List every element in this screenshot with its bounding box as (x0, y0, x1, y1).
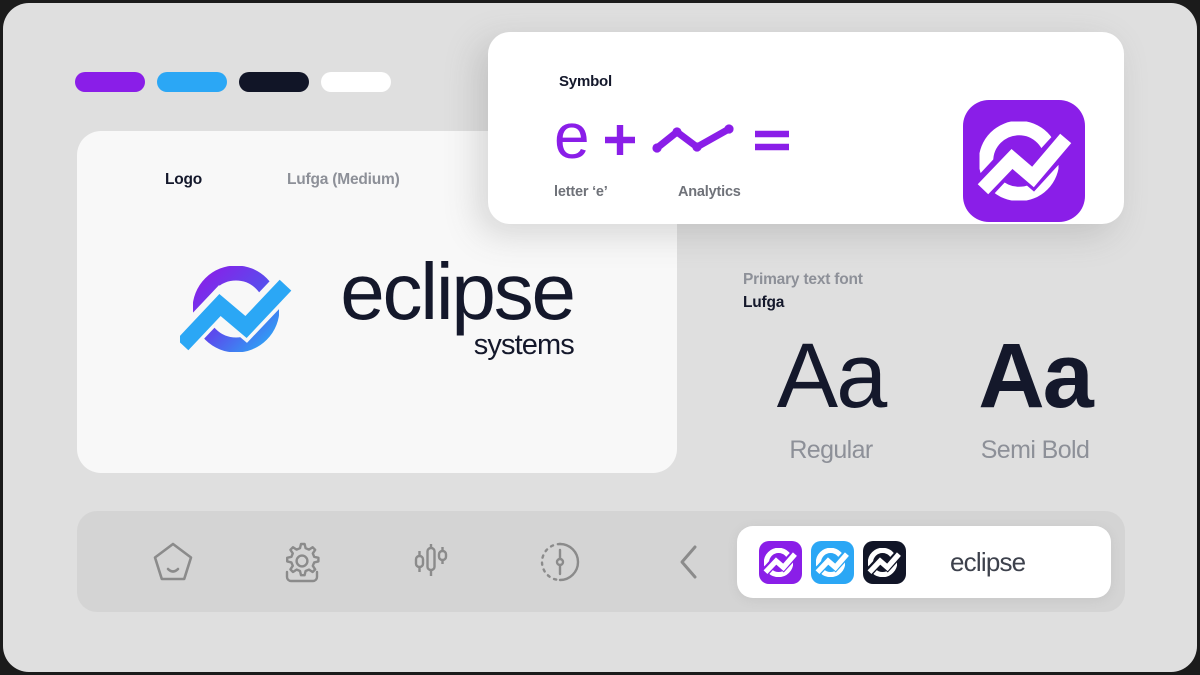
eclipse-monogram-icon (867, 547, 901, 577)
typography-kicker: Primary text font (743, 271, 863, 288)
specimen-label-semibold: Semi Bold (980, 436, 1090, 464)
specimen-sample-semibold: Aa (978, 325, 1094, 427)
swatch-blue[interactable] (157, 72, 227, 92)
symbol-captions: letter ‘e’ Analytics (554, 184, 741, 200)
eclipse-app-icon-large[interactable] (963, 100, 1085, 222)
swatch-dark-navy[interactable] (239, 72, 309, 92)
logo-label: Logo (165, 171, 203, 188)
plus-icon (604, 125, 635, 155)
typography-block: Primary text font Lufga Aa Regular Aa Se… (743, 271, 1123, 465)
presentation-panel: Logo Lufga (Medium) eclipse systems Prim… (3, 3, 1197, 672)
gear-icon (285, 542, 320, 582)
app-icon-purple[interactable] (759, 540, 802, 584)
toolbar-button-gauge-timer[interactable] (526, 528, 594, 596)
symbol-card: Symbol e letter ‘e’ Analytics (488, 32, 1124, 224)
eclipse-monogram-icon (977, 120, 1072, 202)
bottom-toolbar: eclipse (77, 511, 1125, 612)
eclipse-logo-mark-icon (180, 265, 292, 353)
toolbar-button-pentagon-face[interactable] (139, 528, 207, 596)
wordmark-subtext: systems (473, 329, 575, 362)
caption-letter-e: letter ‘e’ (554, 184, 608, 200)
symbol-card-title: Symbol (559, 73, 612, 90)
wordmark-text: eclipse (340, 247, 576, 337)
toolbar-button-settings[interactable] (268, 528, 336, 596)
chevron-left-icon (680, 545, 697, 578)
typography-specimens: Aa Regular Aa Semi Bold (743, 330, 1123, 465)
eclipse-monogram-icon (763, 547, 797, 577)
specimen-semibold: Aa Semi Bold (947, 330, 1123, 465)
specimen-regular: Aa Regular (743, 330, 919, 465)
app-icon-variants (759, 540, 906, 584)
equals-icon (754, 130, 789, 151)
swatch-purple[interactable] (75, 72, 145, 92)
equation-letter-e: e (554, 100, 590, 172)
logo-font-label: Lufga (Medium) (287, 171, 400, 188)
logo-lockup: eclipse systems (77, 247, 677, 365)
wordmark-group: eclipse systems (340, 247, 576, 363)
gauge-timer-icon (540, 542, 580, 581)
app-icon-dark[interactable] (863, 540, 906, 584)
logo-variants-card: eclipse (737, 526, 1111, 598)
typography-family-name: Lufga (743, 294, 785, 311)
variants-brand-name: eclipse (950, 546, 1026, 577)
equation-analytics-icon-wrap (651, 120, 741, 160)
candlestick-chart-icon (414, 543, 448, 576)
screenshot-root: Logo Lufga (Medium) eclipse systems Prim… (0, 0, 1200, 675)
swatch-white[interactable] (321, 72, 391, 92)
toolbar-button-back[interactable] (655, 528, 723, 596)
app-icon-blue[interactable] (811, 540, 854, 584)
brand-color-swatches (75, 72, 391, 92)
specimen-label-regular: Regular (789, 436, 873, 464)
equation-plus-operator (589, 120, 651, 160)
equation-equals-operator (741, 120, 803, 160)
eclipse-monogram-icon (815, 547, 849, 577)
caption-analytics: Analytics (678, 184, 741, 200)
specimen-sample-regular: Aa (776, 325, 888, 427)
toolbar-icon-group (139, 511, 723, 612)
analytics-line-icon (651, 124, 734, 153)
symbol-equation: e (554, 104, 803, 172)
toolbar-button-candlestick-chart[interactable] (397, 528, 465, 596)
pentagon-face-icon (153, 542, 193, 580)
